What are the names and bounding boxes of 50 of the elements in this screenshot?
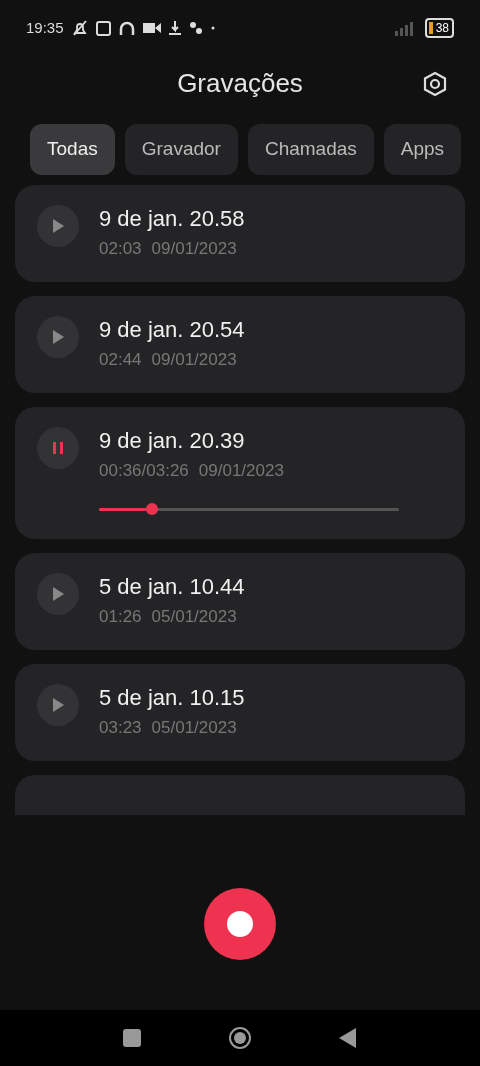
recording-title: 9 de jan. 20.39 — [99, 426, 246, 454]
filter-tab[interactable]: Gravador — [124, 124, 238, 175]
play-icon — [52, 329, 64, 344]
play-icon — [52, 218, 64, 233]
play-button[interactable] — [37, 683, 79, 726]
page-title: Gravações — [177, 68, 303, 100]
home-icon[interactable] — [228, 1025, 252, 1050]
download-icon — [168, 21, 181, 35]
record-icon — [226, 909, 254, 938]
filter-tab[interactable]: Chamadas — [247, 124, 374, 175]
battery-level: 38 — [434, 21, 450, 35]
back-icon[interactable] — [338, 1027, 357, 1048]
recording-duration: 02:03 — [99, 238, 142, 260]
recording-card[interactable]: 9 de jan. 20.58 02:03 09/01/2023 — [15, 184, 465, 282]
recording-title: 5 de jan. 10.15 — [99, 683, 245, 711]
recording-card[interactable]: 5 de jan. 10.15 03:23 05/01/2023 — [15, 663, 465, 761]
play-icon — [52, 586, 64, 601]
recording-duration: 01:26 — [99, 606, 142, 628]
status-time: 19:35 — [26, 17, 64, 38]
recording-date: 09/01/2023 — [151, 238, 237, 260]
recording-title: 9 de jan. 20.54 — [99, 315, 245, 343]
recording-duration: 00:36/03:26 — [99, 460, 189, 482]
recording-title: 9 de jan. 20.58 — [99, 204, 245, 232]
play-button[interactable] — [37, 204, 79, 247]
recording-date: 09/01/2023 — [198, 460, 284, 482]
recording-card[interactable]: 9 de jan. 20.39 00:36/03:26 09/01/2023 — [15, 406, 465, 539]
slider-thumb[interactable] — [145, 502, 158, 515]
play-button[interactable] — [37, 315, 79, 358]
square-icon — [95, 20, 111, 36]
headphones-icon — [118, 20, 135, 36]
recording-title: 5 de jan. 10.44 — [99, 572, 245, 600]
filter-tab[interactable]: Todas — [30, 124, 115, 175]
recording-duration: 03:23 — [99, 717, 142, 739]
settings-icon[interactable] — [422, 71, 448, 97]
recording-card[interactable]: 9 de jan. 20.54 02:44 09/01/2023 — [15, 295, 465, 393]
recording-date: 05/01/2023 — [151, 606, 237, 628]
recording-date: 09/01/2023 — [151, 349, 237, 371]
filter-tab[interactable]: Apps — [383, 124, 462, 175]
recording-card[interactable]: 5 de jan. 10.44 01:26 05/01/2023 — [15, 552, 465, 650]
video-camera-icon — [142, 22, 161, 34]
apps-icon — [188, 21, 203, 35]
muted-bell-icon — [71, 20, 88, 36]
play-icon — [52, 697, 64, 712]
recording-date: 05/01/2023 — [151, 717, 237, 739]
recording-duration: 02:44 — [99, 349, 142, 371]
dot-icon — [210, 26, 215, 30]
pause-icon — [52, 441, 64, 454]
pause-button[interactable] — [37, 426, 79, 469]
play-button[interactable] — [37, 572, 79, 615]
recent-apps-icon[interactable] — [123, 1028, 142, 1047]
